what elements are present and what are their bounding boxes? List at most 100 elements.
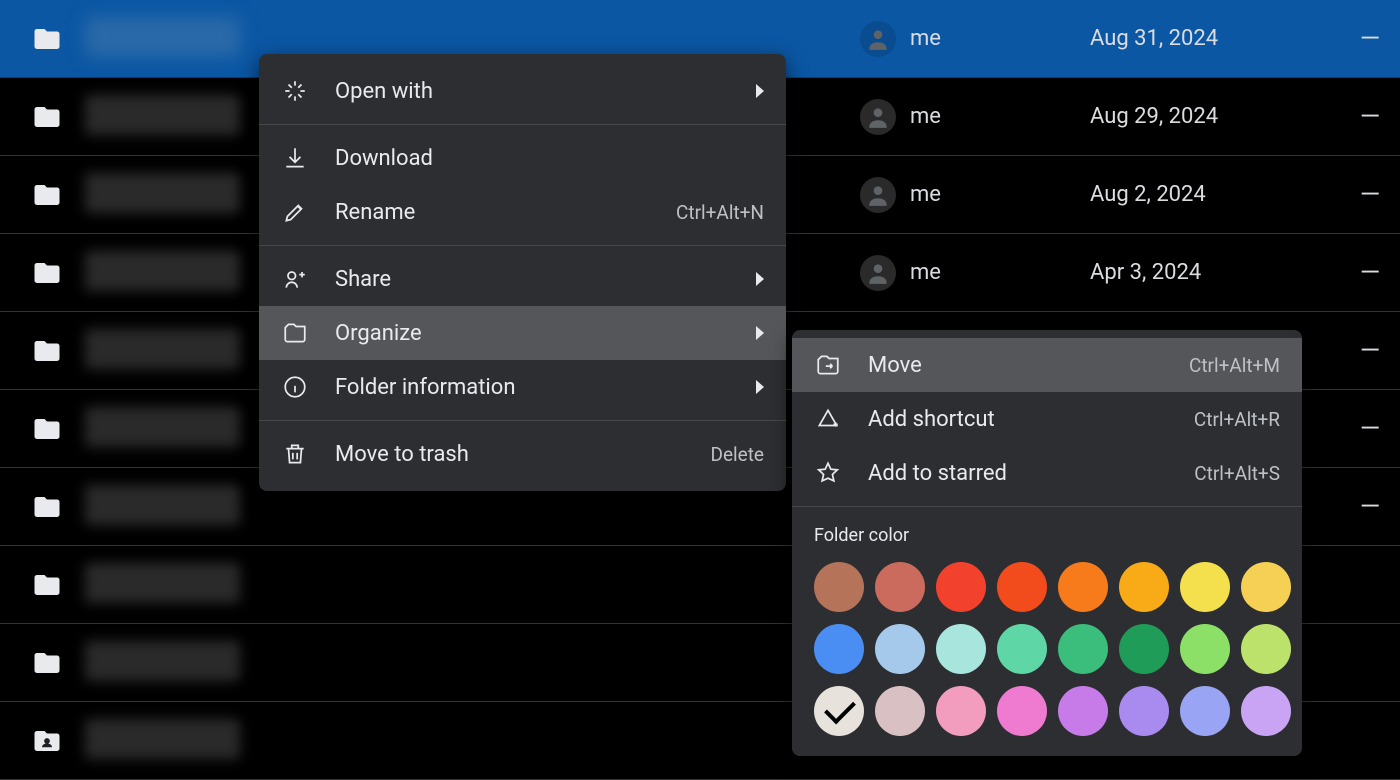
submenu-add-shortcut[interactable]: Add shortcut Ctrl+Alt+R	[792, 392, 1302, 446]
date-cell: Aug 29, 2024	[1090, 104, 1340, 129]
date-cell: Aug 2, 2024	[1090, 182, 1340, 207]
rename-icon	[281, 199, 309, 225]
avatar-icon	[860, 255, 896, 291]
info-icon	[281, 374, 309, 400]
color-swatch[interactable]	[1241, 624, 1291, 674]
color-swatch[interactable]	[997, 624, 1047, 674]
menu-organize[interactable]: Organize	[259, 306, 786, 360]
color-swatch[interactable]	[814, 686, 864, 736]
color-swatch[interactable]	[1241, 686, 1291, 736]
color-swatch[interactable]	[1180, 686, 1230, 736]
folder-icon	[30, 24, 85, 54]
color-swatch[interactable]	[875, 562, 925, 612]
menu-shortcut: Ctrl+Alt+R	[1194, 408, 1280, 431]
submenu-add-to-starred[interactable]: Add to starred Ctrl+Alt+S	[792, 446, 1302, 500]
folder-icon	[30, 414, 85, 444]
menu-open-with[interactable]: Open with	[259, 64, 786, 118]
date-cell: Aug 31, 2024	[1090, 26, 1340, 51]
menu-move-to-trash[interactable]: Move to trash Delete	[259, 427, 786, 481]
menu-label: Open with	[335, 79, 730, 104]
size-cell: —	[1340, 24, 1400, 54]
chevron-right-icon	[756, 380, 764, 394]
submenu-move[interactable]: Move Ctrl+Alt+M	[792, 338, 1302, 392]
menu-label: Organize	[335, 321, 730, 346]
menu-label: Rename	[335, 200, 650, 225]
menu-divider	[259, 420, 786, 421]
owner-name: me	[910, 26, 941, 51]
menu-label: Download	[335, 146, 764, 171]
menu-label: Move to trash	[335, 442, 684, 467]
color-swatch[interactable]	[875, 624, 925, 674]
color-swatch[interactable]	[936, 562, 986, 612]
folder-color-title: Folder color	[814, 525, 1280, 546]
folder-color-section: Folder color	[792, 513, 1302, 736]
color-swatch[interactable]	[1241, 562, 1291, 612]
organize-submenu: Move Ctrl+Alt+M Add shortcut Ctrl+Alt+R …	[792, 330, 1302, 756]
folder-icon	[30, 336, 85, 366]
menu-shortcut: Delete	[710, 443, 764, 466]
size-cell: —	[1340, 102, 1400, 132]
context-menu: Open with Download Rename Ctrl+Alt+N Sha…	[259, 54, 786, 491]
folder-color-grid	[814, 562, 1280, 736]
color-swatch[interactable]	[1058, 624, 1108, 674]
open-with-icon	[281, 78, 309, 104]
trash-icon	[281, 441, 309, 467]
folder-icon	[30, 102, 85, 132]
color-swatch[interactable]	[1180, 624, 1230, 674]
color-swatch[interactable]	[1119, 686, 1169, 736]
color-swatch[interactable]	[997, 686, 1047, 736]
folder-icon	[30, 648, 85, 678]
share-icon	[281, 266, 309, 292]
chevron-right-icon	[756, 326, 764, 340]
owner-cell: me	[860, 177, 1090, 213]
color-swatch[interactable]	[1180, 562, 1230, 612]
file-name	[85, 719, 860, 763]
size-cell: —	[1340, 414, 1400, 444]
color-swatch[interactable]	[814, 624, 864, 674]
menu-folder-information[interactable]: Folder information	[259, 360, 786, 414]
owner-cell: me	[860, 99, 1090, 135]
menu-rename[interactable]: Rename Ctrl+Alt+N	[259, 185, 786, 239]
color-swatch[interactable]	[936, 686, 986, 736]
menu-label: Folder information	[335, 375, 730, 400]
color-swatch[interactable]	[936, 624, 986, 674]
size-cell: —	[1340, 336, 1400, 366]
owner-cell: me	[860, 255, 1090, 291]
folder-icon	[30, 258, 85, 288]
menu-divider	[792, 506, 1302, 507]
file-name	[85, 563, 860, 607]
folder-icon	[30, 570, 85, 600]
chevron-right-icon	[756, 272, 764, 286]
color-swatch[interactable]	[997, 562, 1047, 612]
move-icon	[814, 352, 842, 378]
color-swatch[interactable]	[1058, 686, 1108, 736]
star-icon	[814, 460, 842, 486]
menu-divider	[259, 124, 786, 125]
owner-name: me	[910, 182, 941, 207]
owner-name: me	[910, 260, 941, 285]
menu-share[interactable]: Share	[259, 252, 786, 306]
color-swatch[interactable]	[1058, 562, 1108, 612]
download-icon	[281, 145, 309, 171]
color-swatch[interactable]	[814, 562, 864, 612]
menu-download[interactable]: Download	[259, 131, 786, 185]
add-shortcut-icon	[814, 406, 842, 432]
menu-label: Add shortcut	[868, 407, 1168, 432]
size-cell: —	[1340, 180, 1400, 210]
chevron-right-icon	[756, 84, 764, 98]
color-swatch[interactable]	[1119, 624, 1169, 674]
menu-label: Add to starred	[868, 461, 1168, 486]
size-cell: —	[1340, 258, 1400, 288]
file-name	[85, 485, 860, 529]
menu-shortcut: Ctrl+Alt+S	[1194, 462, 1280, 485]
organize-icon	[281, 320, 309, 346]
color-swatch[interactable]	[875, 686, 925, 736]
menu-label: Move	[868, 353, 1163, 378]
date-cell: Apr 3, 2024	[1090, 260, 1340, 285]
color-swatch[interactable]	[1119, 562, 1169, 612]
owner-cell: me	[860, 21, 1090, 57]
menu-label: Share	[335, 267, 730, 292]
menu-shortcut: Ctrl+Alt+N	[676, 201, 764, 224]
avatar-icon	[860, 177, 896, 213]
owner-name: me	[910, 104, 941, 129]
